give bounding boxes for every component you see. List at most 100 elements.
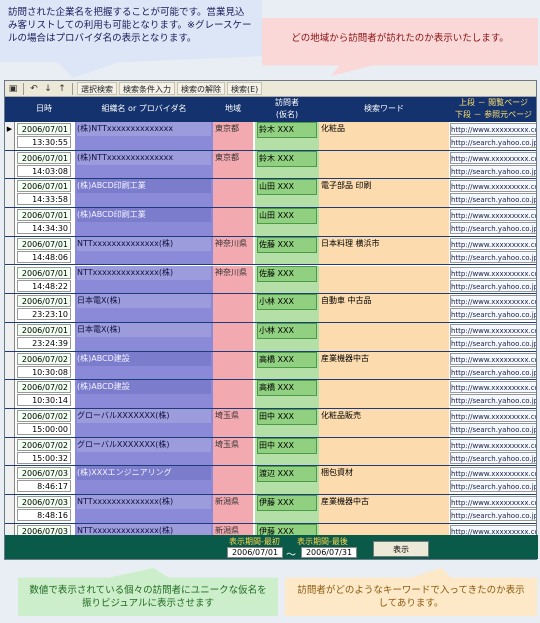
viewed-page-url[interactable]: http://www.xxxxxxxxx.com: [450, 352, 536, 365]
viewed-page-url[interactable]: http://www.xxxxxxxxx.com: [450, 323, 536, 336]
viewed-page-url[interactable]: http://www.xxxxxxxxx.com: [450, 209, 536, 222]
viewed-page-url[interactable]: http://www.xxxxxxxxx.com: [450, 496, 536, 509]
time-field[interactable]: 10:30:08: [17, 365, 71, 378]
date-field[interactable]: 2006/07/01: [17, 209, 71, 222]
row-selector[interactable]: [5, 294, 15, 322]
row-selector[interactable]: ▶: [5, 122, 15, 150]
table-row[interactable]: 2006/07/01 14:03:08 (株)NTTxxxxxxxxxxxxxx 東京…: [5, 150, 536, 180]
time-field[interactable]: 8:46:17: [17, 480, 71, 493]
row-selector[interactable]: [5, 236, 15, 265]
region-cell[interactable]: [213, 322, 253, 351]
viewed-page-url[interactable]: http://www.xxxxxxxxx.com: [450, 180, 536, 193]
row-selector[interactable]: [5, 466, 15, 495]
row-selector[interactable]: [5, 409, 15, 437]
date-field[interactable]: 2006/07/01: [17, 295, 71, 308]
table-row[interactable]: 2006/07/01 14:33:58 (株)ABCD印刷工業 山田 XXX 電子部品 …: [5, 179, 536, 209]
time-field[interactable]: 15:00:32: [17, 451, 71, 464]
region-cell[interactable]: 埼玉県: [213, 409, 253, 437]
keyword-cell[interactable]: 産業機器中古: [319, 351, 449, 380]
keyword-cell[interactable]: [319, 150, 449, 179]
keyword-cell[interactable]: 自動車 中古品: [319, 294, 449, 322]
date-field[interactable]: 2006/07/02: [17, 381, 71, 394]
table-row[interactable]: 2006/07/03 8:48:16 NTTxxxxxxxxxxxxxx(株) 新潟県…: [5, 495, 536, 524]
viewed-page-url[interactable]: http://www.xxxxxxxxx.com: [450, 381, 536, 394]
end-date-field[interactable]: 2006/07/31: [301, 547, 357, 558]
show-button[interactable]: 表示: [373, 541, 429, 557]
referrer-url[interactable]: http://search.yahoo.co.jp: [450, 136, 536, 148]
org-cell[interactable]: NTTxxxxxxxxxxxxxx(株): [75, 495, 213, 523]
date-field[interactable]: 2006/07/02: [17, 352, 71, 365]
region-cell[interactable]: [213, 380, 253, 408]
region-cell[interactable]: 東京都: [213, 150, 253, 179]
table-row[interactable]: 2006/07/02 15:00:00 グローバルXXXXXXX(株) 埼玉県 田中 X…: [5, 409, 536, 438]
org-cell[interactable]: (株)XXXエンジニアリング: [75, 466, 213, 495]
table-row[interactable]: 2006/07/01 23:24:39 日本電X(株) 小林 XXX http://ww…: [5, 322, 536, 352]
viewed-page-url[interactable]: http://www.xxxxxxxxx.com: [450, 237, 536, 250]
org-cell[interactable]: グローバルXXXXXXX(株): [75, 437, 213, 466]
start-date-field[interactable]: 2006/07/01: [227, 547, 283, 558]
visitor-cell[interactable]: 伊藤 XXX: [255, 495, 319, 523]
referrer-url[interactable]: http://search.yahoo.co.jp: [450, 509, 536, 522]
time-field[interactable]: 23:23:10: [17, 308, 71, 321]
time-field[interactable]: 8:48:16: [17, 509, 71, 522]
sort-descending-icon[interactable]: ↑: [56, 83, 68, 95]
table-row[interactable]: 2006/07/01 14:34:30 (株)ABCD印刷工業 山田 XXX http:…: [5, 208, 536, 237]
date-field[interactable]: 2006/07/01: [17, 151, 71, 164]
viewed-page-url[interactable]: http://www.xxxxxxxxx.com: [450, 438, 536, 451]
viewed-page-url[interactable]: http://www.xxxxxxxxx.com: [450, 266, 536, 279]
referrer-url[interactable]: http://search.yahoo.co.jp: [450, 193, 536, 206]
time-field[interactable]: 10:30:14: [17, 394, 71, 407]
org-cell[interactable]: NTTxxxxxxxxxxxxxx(株): [75, 236, 213, 265]
org-cell[interactable]: 日本電X(株): [75, 294, 213, 322]
referrer-url[interactable]: http://search.yahoo.co.jp: [450, 365, 536, 378]
row-selector[interactable]: [5, 351, 15, 380]
date-field[interactable]: 2006/07/01: [17, 323, 71, 336]
date-field[interactable]: 2006/07/03: [17, 496, 71, 509]
org-cell[interactable]: NTTxxxxxxxxxxxxxx(株): [75, 265, 213, 294]
sort-ascending-icon[interactable]: ↓: [42, 83, 54, 95]
search-condition-button[interactable]: 検索条件入力: [119, 82, 175, 95]
time-field[interactable]: 14:48:06: [17, 250, 71, 263]
org-cell[interactable]: グローバルXXXXXXX(株): [75, 409, 213, 437]
keyword-cell[interactable]: 化粧品販売: [319, 409, 449, 437]
table-row[interactable]: 2006/07/01 14:48:06 NTTxxxxxxxxxxxxxx(株) 神奈…: [5, 236, 536, 266]
keyword-cell[interactable]: 日本料理 横浜市: [319, 236, 449, 265]
visitor-cell[interactable]: 佐藤 XXX: [255, 265, 319, 294]
org-cell[interactable]: (株)NTTxxxxxxxxxxxxxx: [75, 122, 213, 150]
time-field[interactable]: 14:33:58: [17, 193, 71, 206]
time-field[interactable]: 13:30:55: [17, 136, 71, 148]
org-cell[interactable]: 日本電X(株): [75, 322, 213, 351]
referrer-url[interactable]: http://search.yahoo.co.jp: [450, 451, 536, 464]
region-cell[interactable]: [213, 208, 253, 236]
viewed-page-url[interactable]: http://www.xxxxxxxxx.com: [450, 410, 536, 422]
visitor-cell[interactable]: 高橋 XXX: [255, 380, 319, 408]
row-selector[interactable]: [5, 322, 15, 351]
table-row[interactable]: 2006/07/02 10:30:08 (株)ABCD建設 高橋 XXX 産業機器中古 h…: [5, 351, 536, 381]
keyword-cell[interactable]: [319, 208, 449, 236]
referrer-url[interactable]: http://search.yahoo.co.jp: [450, 279, 536, 292]
referrer-url[interactable]: http://search.yahoo.co.jp: [450, 480, 536, 493]
date-field[interactable]: 2006/07/01: [17, 180, 71, 193]
region-cell[interactable]: 新潟県: [213, 495, 253, 523]
table-row[interactable]: 2006/07/01 23:23:10 日本電X(株) 小林 XXX 自動車 中古品 ht…: [5, 294, 536, 323]
visitor-cell[interactable]: 山田 XXX: [255, 208, 319, 236]
referrer-url[interactable]: http://search.yahoo.co.jp: [450, 164, 536, 177]
select-search-button[interactable]: 選択検索: [77, 82, 117, 95]
org-cell[interactable]: (株)ABCD印刷工業: [75, 208, 213, 236]
visitor-cell[interactable]: 鈴木 XXX: [255, 150, 319, 179]
keyword-cell[interactable]: 化粧品: [319, 122, 449, 150]
visitor-cell[interactable]: 田中 XXX: [255, 437, 319, 466]
region-cell[interactable]: [213, 466, 253, 495]
row-selector[interactable]: [5, 437, 15, 466]
search-menu-button[interactable]: 検索(E): [227, 82, 263, 95]
keyword-cell[interactable]: [319, 380, 449, 408]
row-selector[interactable]: [5, 380, 15, 408]
region-cell[interactable]: 東京都: [213, 122, 253, 150]
visitor-cell[interactable]: 小林 XXX: [255, 322, 319, 351]
date-field[interactable]: 2006/07/01: [17, 237, 71, 250]
referrer-url[interactable]: http://search.yahoo.co.jp: [450, 308, 536, 321]
referrer-url[interactable]: http://search.yahoo.co.jp: [450, 423, 536, 435]
keyword-cell[interactable]: 産業機器中古: [319, 495, 449, 523]
clear-search-button[interactable]: 検索の解除: [177, 82, 225, 95]
date-field[interactable]: 2006/07/02: [17, 410, 71, 422]
